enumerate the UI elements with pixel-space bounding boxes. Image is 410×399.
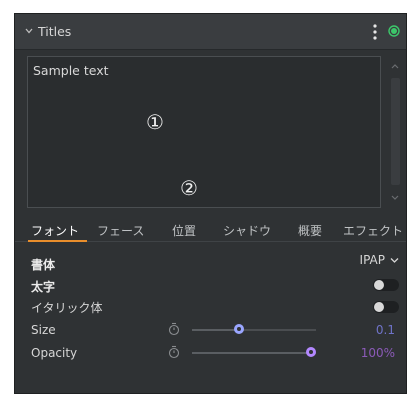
size-handle-dot [237,327,241,331]
font-family-label: 書体 [31,258,56,272]
font-family-value: IPAP [359,253,385,267]
bold-toggle-knob [374,280,384,290]
callout-marker-2: ② [180,176,198,200]
bold-toggle[interactable] [373,279,399,291]
tab-font[interactable]: フォント [31,222,79,239]
scrollbar-track[interactable] [391,78,400,185]
tab-face[interactable]: フェース [97,222,144,239]
keyframe-timer-icon[interactable] [168,322,180,336]
panel-title: Titles [38,24,72,39]
opacity-value[interactable]: 100% [361,346,395,360]
bold-label: 太字 [31,280,56,294]
status-dot-icon[interactable] [388,25,400,37]
titles-panel: Titles Sample text ① ② フォント フェース 位置 シャドウ… [14,13,407,394]
callout-marker-1: ① [146,110,164,134]
italic-toggle[interactable] [373,301,399,313]
tab-outline[interactable]: 概要 [298,222,322,239]
editor-text: Sample text [33,63,109,78]
property-tabs: フォント フェース 位置 シャドウ 概要 エフェクト [15,218,406,242]
chevron-down-icon [390,258,399,263]
size-slider-fill [192,329,239,331]
italic-label: イタリック体 [31,301,103,315]
opacity-slider[interactable] [192,347,316,359]
keyframe-timer-icon[interactable] [168,345,180,359]
opacity-handle-dot [309,350,313,354]
scroll-down-icon[interactable] [390,194,400,202]
chevron-down-icon[interactable] [24,26,34,36]
size-value[interactable]: 0.1 [376,323,395,337]
panel-header[interactable]: Titles [15,14,406,50]
opacity-slider-fill [192,352,311,354]
italic-toggle-knob [374,302,384,312]
tab-shadow[interactable]: シャドウ [223,222,271,239]
active-tab-indicator [28,240,87,242]
tab-effect[interactable]: エフェクト [343,222,403,239]
tab-position[interactable]: 位置 [172,222,196,239]
size-label: Size [31,323,56,337]
size-slider[interactable] [192,324,316,336]
kebab-menu-icon[interactable] [372,23,378,41]
opacity-slider-handle[interactable] [306,347,316,357]
opacity-label: Opacity [31,346,78,360]
scroll-up-icon[interactable] [390,62,400,70]
text-editor[interactable]: Sample text [27,56,381,208]
editor-scrollbar[interactable] [387,56,403,208]
font-family-dropdown[interactable]: IPAP [339,253,399,269]
size-slider-handle[interactable] [234,324,244,334]
